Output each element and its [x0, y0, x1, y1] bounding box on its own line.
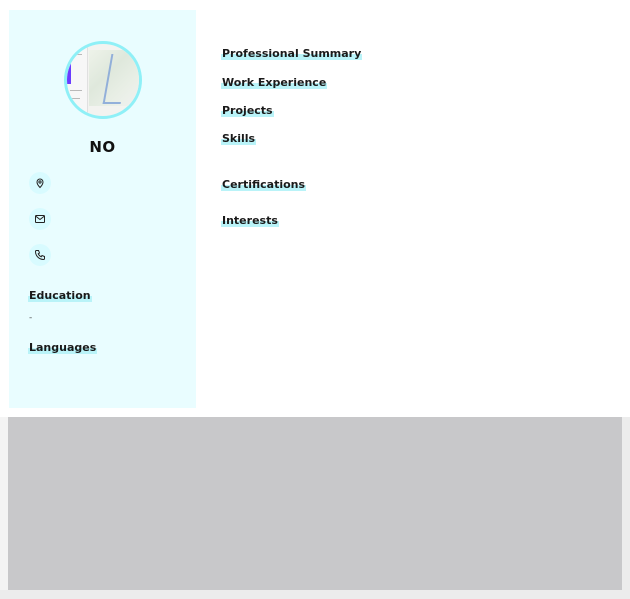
interests-heading: Interests [221, 214, 279, 227]
mail-icon[interactable] [29, 208, 51, 230]
page-edge-bottom [0, 590, 630, 599]
education-placeholder: - [29, 313, 33, 323]
education-heading: Education [28, 289, 92, 302]
profile-name: NO [89, 138, 116, 156]
certifications-heading: Certifications [221, 178, 307, 191]
phone-icon[interactable] [29, 244, 51, 266]
languages-heading: Languages [28, 341, 98, 354]
projects-heading: Projects [221, 104, 274, 117]
gray-overlay-region [8, 417, 622, 590]
professional-summary-heading: Professional Summary [221, 47, 363, 60]
sidebar: NO Education - Languages [9, 10, 196, 408]
work-experience-heading: Work Experience [221, 76, 328, 89]
skills-heading: Skills [221, 132, 257, 145]
location-pin-icon[interactable] [29, 172, 51, 194]
profile-photo [64, 41, 142, 119]
page-edge-right [622, 417, 630, 599]
page-edge-left [0, 417, 8, 599]
